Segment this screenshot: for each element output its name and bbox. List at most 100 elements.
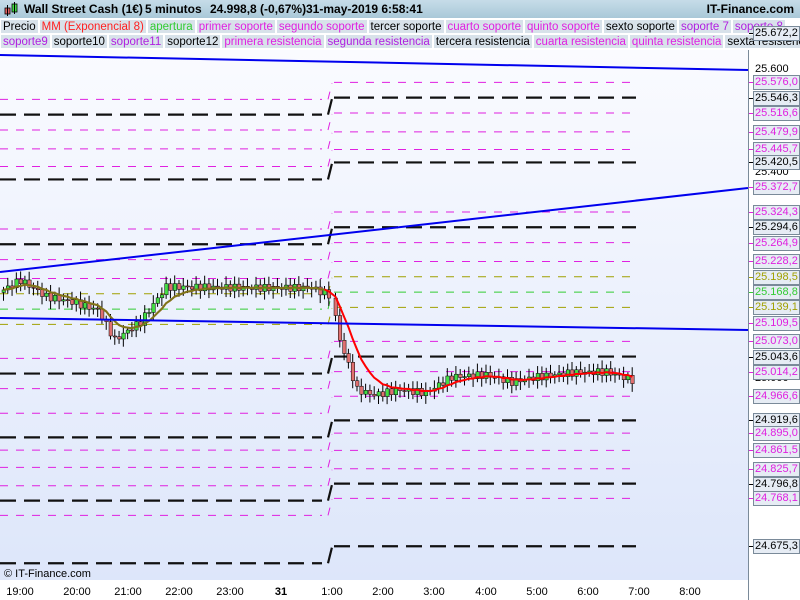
- time-label: 4:00: [475, 586, 497, 598]
- candle-body: [40, 289, 45, 297]
- candle-body: [194, 283, 199, 290]
- time-label: 5:00: [526, 586, 548, 598]
- legend-item[interactable]: cuarta resistencia: [532, 34, 629, 49]
- price-level-label: 25.294,6: [749, 220, 800, 236]
- legend-row-2: soporte9 soporte10 soporte11 soporte12 prime…: [0, 34, 800, 49]
- legend-item[interactable]: soporte9: [0, 34, 51, 49]
- legend-item[interactable]: soporte11: [107, 34, 165, 49]
- price-level-label: 25.420,5: [749, 155, 800, 171]
- legend-item[interactable]: cuarto soporte: [444, 19, 525, 34]
- price-level-label: 25.168,8: [749, 285, 800, 301]
- candle-body: [449, 375, 454, 381]
- candle-body: [130, 329, 135, 332]
- candle-body: [402, 390, 407, 392]
- level-line-connector: [327, 308, 333, 325]
- price-level-label: 25.672,2: [749, 25, 800, 41]
- candle-body: [121, 332, 126, 340]
- candle-body: [108, 321, 113, 337]
- title-bar: Wall Street Cash (1€) 5 minutos 24.998,8…: [0, 0, 800, 18]
- legend-item[interactable]: MM (Exponencial 8): [38, 19, 147, 34]
- brand: IT-Finance.com: [706, 2, 794, 16]
- legend-item[interactable]: tercer soporte: [367, 19, 445, 34]
- legend-item[interactable]: segundo soporte: [275, 19, 368, 34]
- datetime: 31-may-2019 6:58:41: [306, 2, 423, 16]
- price-tick: 25.600: [755, 63, 789, 75]
- price-level-label: 25.372,7: [749, 180, 800, 196]
- level-line-connector: [327, 212, 333, 230]
- legend-item[interactable]: quinta resistencia: [628, 34, 725, 49]
- candle-body: [172, 283, 177, 291]
- price-level-label: 24.861,5: [749, 443, 800, 459]
- candle-body: [65, 299, 70, 301]
- level-line-connector: [327, 83, 333, 100]
- price-level-label: 24.768,1: [749, 491, 800, 507]
- candle-body: [113, 335, 118, 338]
- candle-body: [181, 285, 186, 290]
- level-line-connector: [326, 228, 334, 245]
- time-label: 21:00: [114, 586, 142, 598]
- level-line-connector: [326, 98, 334, 115]
- level-line-connector: [327, 451, 333, 468]
- price-level-label: 25.014,2: [749, 364, 800, 380]
- price-level-label: 25.576,0: [749, 75, 800, 91]
- candle-body: [436, 382, 441, 389]
- legend-item[interactable]: quinto soporte: [524, 19, 603, 34]
- candle-body: [338, 315, 343, 341]
- price-chart[interactable]: [0, 50, 748, 580]
- candle-body: [355, 380, 360, 387]
- candle-body: [350, 362, 355, 381]
- time-label: 22:00: [165, 586, 193, 598]
- timeframe: 5 minutos: [145, 2, 202, 16]
- legend-item[interactable]: segunda resistencia: [324, 34, 433, 49]
- candle-body: [389, 388, 394, 395]
- candle-body: [177, 283, 182, 290]
- last-price: 24.998,8 (-0,67%): [210, 2, 307, 16]
- level-line-connector: [327, 132, 333, 149]
- candle-body: [147, 312, 152, 314]
- candle-body: [376, 391, 381, 397]
- candle-body: [613, 373, 618, 376]
- legend-item[interactable]: Precio: [0, 19, 39, 34]
- candle-body: [454, 373, 459, 381]
- candle-body: [372, 394, 377, 397]
- legend-item[interactable]: soporte12: [164, 34, 222, 49]
- candle-body: [587, 370, 592, 373]
- candle-body: [467, 373, 472, 377]
- candle-body: [18, 278, 23, 284]
- price-level-label: 24.675,3: [749, 539, 800, 555]
- level-line-connector: [326, 421, 334, 438]
- candle-body: [441, 382, 446, 386]
- candle-body: [190, 286, 195, 290]
- candle-body: [53, 295, 58, 302]
- candlestick-logo-icon: [4, 2, 18, 16]
- instrument-name: Wall Street Cash (1€): [24, 2, 143, 16]
- candle-body: [48, 292, 53, 302]
- time-label: 1:00: [321, 586, 343, 598]
- price-level-label: 25.198,5: [749, 269, 800, 285]
- legend-item[interactable]: soporte 7: [677, 19, 732, 34]
- price-level-label: 25.043,6: [749, 349, 800, 365]
- legend-item[interactable]: primer soporte: [195, 19, 276, 34]
- candle-body: [44, 292, 49, 297]
- price-level-label: 25.324,3: [749, 204, 800, 220]
- candle-body: [95, 307, 100, 310]
- legend-item[interactable]: sexto soporte: [602, 19, 678, 34]
- legend-item[interactable]: tercera resistencia: [432, 34, 533, 49]
- trendline: [0, 187, 748, 273]
- legend-item[interactable]: apertura: [146, 19, 196, 34]
- candle-body: [164, 283, 169, 296]
- candle-body: [31, 287, 36, 289]
- price-level-label: 24.895,0: [749, 426, 800, 442]
- level-line-connector: [327, 113, 333, 131]
- candle-body: [125, 329, 130, 334]
- time-axis: 19:00 20:00 21:00 22:00 23:00 31 1:00 2:00 3:00 4…: [0, 580, 748, 600]
- candle-body: [342, 340, 347, 354]
- candle-body: [363, 390, 368, 395]
- candle-body: [359, 385, 364, 395]
- candle-body: [385, 388, 390, 397]
- trendline: [0, 54, 748, 71]
- legend-item[interactable]: primera resistencia: [221, 34, 325, 49]
- legend-item[interactable]: soporte10: [50, 34, 108, 49]
- price-level-label: 24.796,8: [749, 476, 800, 492]
- level-line-connector: [327, 469, 333, 486]
